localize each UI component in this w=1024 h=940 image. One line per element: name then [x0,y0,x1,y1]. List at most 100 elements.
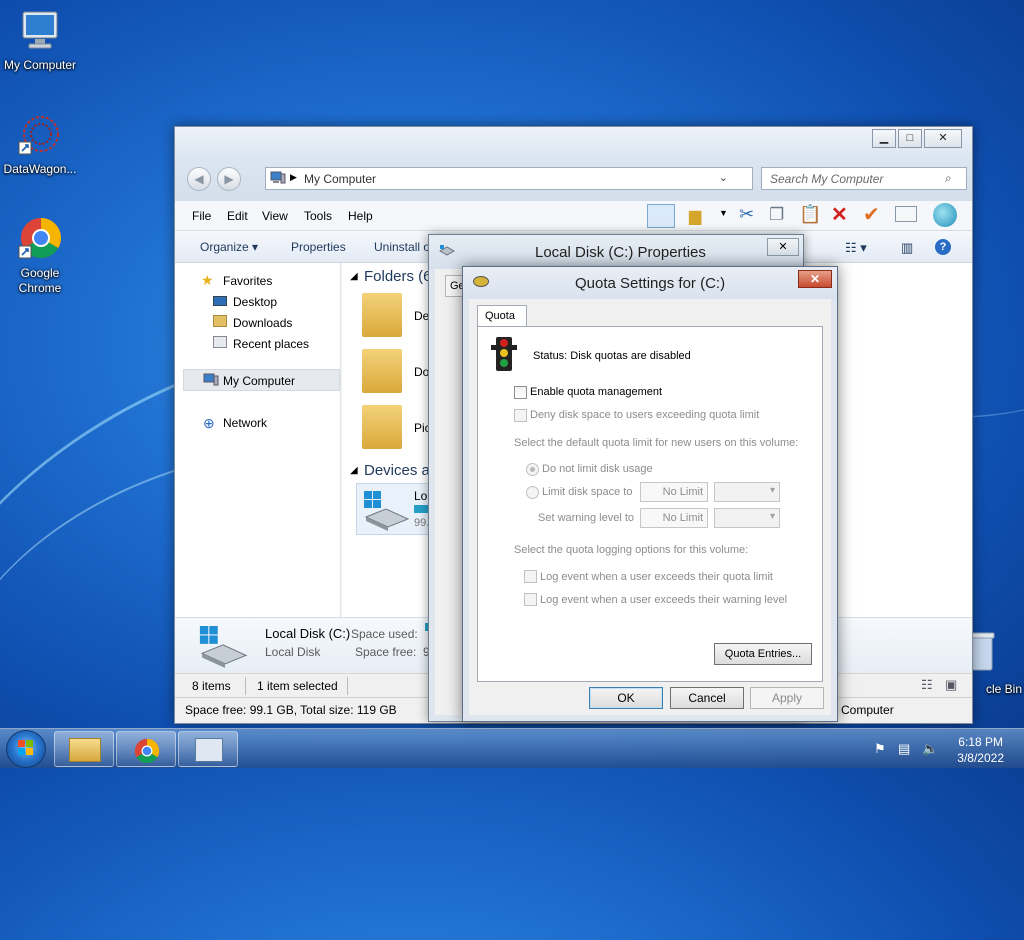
nav-favorites[interactable]: Favorites [223,274,272,288]
desktop-icon-datawagon[interactable]: DataWagon... [0,112,80,177]
desktop-icon-google-chrome[interactable]: Google Chrome [0,216,80,296]
address-path[interactable]: My Computer [304,172,376,186]
back-button[interactable]: ◀ [187,167,211,191]
desktop-icon-my-computer[interactable]: My Computer [0,8,80,73]
default-limit-heading: Select the default quota limit for new u… [514,437,799,449]
forward-button[interactable]: ▶ [217,167,241,191]
nav-recent-places[interactable]: Recent places [233,337,309,351]
address-dropdown-icon[interactable]: ⌄ [719,171,728,184]
limit-value-input[interactable]: No Limit [640,482,708,502]
zone-label: Computer [841,703,894,717]
properties-title: Local Disk (C:) Properties [535,244,706,261]
log-quota-checkbox[interactable] [524,570,537,583]
folder-desktop-icon[interactable] [362,293,402,337]
status-selected: 1 item selected [257,679,338,693]
explorer-titlebar[interactable]: ▁ □ ✕ [175,127,972,157]
folder-options-icon[interactable]: ▆ [689,206,701,226]
properties-icon[interactable] [895,206,917,222]
menu-edit[interactable]: Edit [227,209,248,223]
computer-small-icon [270,171,286,188]
paste-icon[interactable]: 📋 [799,204,821,225]
properties-close-button[interactable]: ✕ [767,238,799,256]
address-bar[interactable]: ▶ My Computer ⌄ ↻ [265,167,776,190]
properties-button[interactable]: Properties [291,240,346,254]
search-icon[interactable]: ⌕ [945,171,952,186]
cut-icon[interactable]: ✂ [739,204,754,225]
quota-close-button[interactable]: ✕ [798,270,832,288]
quota-tab-panel: Status: Disk quotas are disabled Enable … [477,326,823,682]
enable-quota-checkbox[interactable] [514,386,527,399]
quota-titlebar[interactable]: Quota Settings for (C:) ✕ [463,267,837,299]
network-tray-icon[interactable]: ▤ [898,741,910,757]
drive-c-icon [362,491,410,534]
quota-settings-dialog: Quota Settings for (C:) ✕ Quota Status: … [462,266,838,722]
close-button[interactable]: ✕ [924,129,962,148]
nav-downloads[interactable]: Downloads [233,316,292,330]
maximize-button[interactable]: □ [898,129,922,148]
chrome-icon [17,216,63,262]
log-quota-label[interactable]: Log event when a user exceeds their quot… [540,571,773,583]
ok-button[interactable]: OK [589,687,663,709]
network-icon: ⊕ [203,415,215,431]
view-options-icon[interactable]: ☷ ▾ [845,240,867,256]
start-button[interactable] [6,730,46,768]
deny-space-label[interactable]: Deny disk space to users exceeding quota… [530,409,759,421]
organize-label: Organize [200,240,249,254]
computer-small-icon [203,373,219,390]
limit-unit-select[interactable] [714,482,780,502]
drive-c-icon [197,626,249,671]
no-limit-label[interactable]: Do not limit disk usage [542,463,653,475]
taskbar-chrome-button[interactable] [116,731,176,767]
help-icon[interactable]: ? [935,239,951,255]
no-limit-radio[interactable] [526,463,539,476]
nav-desktop[interactable]: Desktop [233,295,277,309]
nav-my-computer[interactable]: My Computer [223,374,295,388]
collapse-arrow-icon[interactable]: ◢ [350,465,358,476]
limit-disk-radio[interactable] [526,486,539,499]
nav-network[interactable]: Network [223,416,267,430]
limit-disk-label[interactable]: Limit disk space to [542,486,632,498]
cancel-button[interactable]: Cancel [670,687,744,709]
enable-quota-label[interactable]: Enable quota management [530,386,662,398]
uninstall-button[interactable]: Uninstall o [374,240,430,254]
chrome-icon [134,738,160,764]
status-divider [347,677,348,695]
organize-button[interactable]: Organize ▾ [200,240,258,254]
menu-view[interactable]: View [262,209,288,223]
quota-entries-button[interactable]: Quota Entries... [714,643,812,665]
warning-value-input[interactable]: No Limit [640,508,708,528]
properties-titlebar[interactable]: Local Disk (C:) Properties ✕ [429,235,803,269]
preview-toggle-icon[interactable]: ▥ [901,240,913,256]
taskbar-explorer-button[interactable] [54,731,114,767]
preview-pane-icon[interactable] [647,204,675,228]
folder-pictures-icon[interactable] [362,405,402,449]
globe-icon[interactable] [933,203,957,227]
delete-icon[interactable]: ✕ [831,202,848,227]
details-view-icon[interactable]: ☷ [921,677,933,693]
menu-help[interactable]: Help [348,209,373,223]
search-input[interactable]: Search My Computer [761,167,967,190]
quota-tab[interactable]: Quota [477,305,527,327]
folder-downloads-icon[interactable] [362,349,402,393]
warning-unit-select[interactable] [714,508,780,528]
action-center-icon[interactable]: ⚑ [874,741,886,757]
tiles-view-icon[interactable]: ▣ [945,677,957,693]
computer-icon [17,8,63,54]
control-panel-icon [195,738,223,762]
minimize-button[interactable]: ▁ [872,129,896,148]
address-row: ◀ ▶ ▶ My Computer ⌄ ↻ Search My Computer… [175,157,972,201]
dropdown-arrow-icon[interactable]: ▼ [719,208,728,218]
copy-icon[interactable]: ❐ [769,205,784,225]
log-warning-label[interactable]: Log event when a user exceeds their warn… [540,594,787,606]
volume-muted-icon[interactable]: 🔈 [922,741,938,757]
apply-button[interactable]: Apply [750,687,824,709]
collapse-arrow-icon[interactable]: ◢ [350,271,358,282]
menu-file[interactable]: File [192,209,211,223]
warning-level-label: Set warning level to [538,512,634,524]
clock[interactable]: 6:18 PM 3/8/2022 [957,734,1004,766]
log-warning-checkbox[interactable] [524,593,537,606]
menu-tools[interactable]: Tools [304,209,332,223]
taskbar-control-panel-button[interactable] [178,731,238,767]
check-icon[interactable]: ✔ [863,202,880,227]
deny-space-checkbox[interactable] [514,409,527,422]
